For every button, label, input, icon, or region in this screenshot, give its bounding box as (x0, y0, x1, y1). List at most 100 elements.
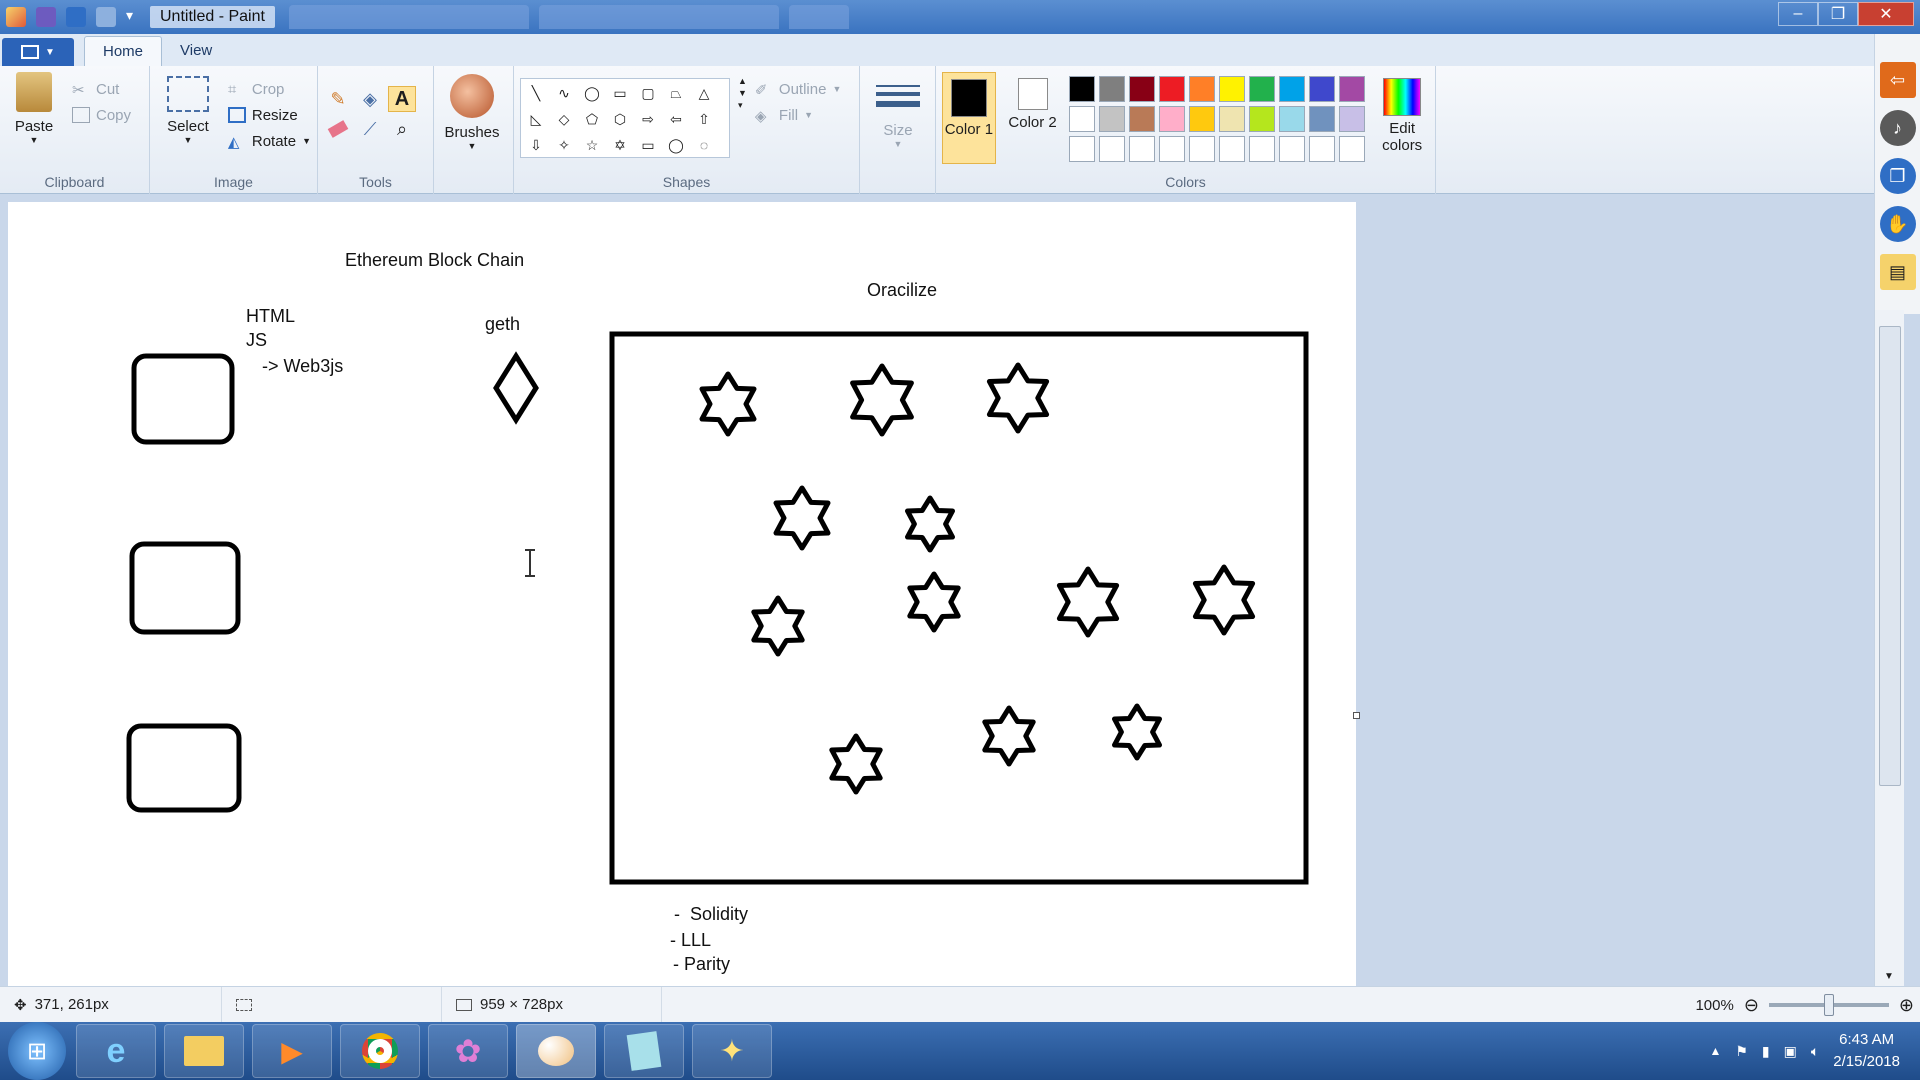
color-swatch[interactable] (1159, 76, 1186, 102)
right-triangle-shape-icon[interactable]: ◺ (522, 106, 550, 132)
file-explorer-icon[interactable] (164, 1024, 244, 1078)
minimize-button[interactable]: – (1778, 2, 1818, 26)
color-swatch[interactable] (1129, 106, 1156, 132)
color-swatch[interactable] (1339, 136, 1366, 162)
text-tool-icon[interactable]: A (388, 86, 416, 112)
drawing-canvas[interactable]: Ethereum Block Chain Oracilize HTML JS -… (8, 202, 1360, 986)
microphone-icon[interactable]: ♪ (1879, 110, 1916, 146)
size-button[interactable]: Size ▼ (866, 76, 930, 149)
paint-app-icon[interactable] (6, 7, 26, 27)
color-swatch[interactable] (1339, 106, 1366, 132)
start-button[interactable]: ⊞ (8, 1022, 66, 1080)
chat-icon[interactable]: ▤ (1879, 254, 1916, 290)
color1-button[interactable]: Color 1 (942, 72, 996, 164)
color-swatch[interactable] (1189, 136, 1216, 162)
background-tab[interactable] (288, 5, 529, 29)
shapes-scroll-up-icon[interactable]: ▲ (738, 76, 747, 86)
color-swatch[interactable] (1069, 76, 1096, 102)
chrome-icon[interactable] (340, 1024, 420, 1078)
triangle-shape-icon[interactable]: △ (690, 80, 718, 106)
show-hidden-icons-icon[interactable]: ▲ (1709, 1044, 1721, 1058)
oval-callout-shape-icon[interactable]: ◯ (662, 132, 690, 158)
zoom-in-icon[interactable]: ⊕ (1899, 995, 1914, 1016)
rounded-rectangle-shape-icon[interactable]: ▢ (634, 80, 662, 106)
fill-bucket-icon[interactable]: ◈ (356, 86, 384, 112)
save-icon[interactable] (36, 7, 56, 27)
color-swatch[interactable] (1249, 76, 1276, 102)
curve-shape-icon[interactable]: ∿ (550, 80, 578, 106)
color-swatch[interactable] (1189, 76, 1216, 102)
color-swatch[interactable] (1069, 136, 1096, 162)
rectangle-shape-icon[interactable]: ▭ (606, 80, 634, 106)
pencil-icon[interactable]: ✎ (324, 86, 352, 112)
power-icon[interactable]: ▮ (1762, 1043, 1770, 1060)
fill-button[interactable]: ◈ Fill ▼ (755, 102, 841, 128)
cloud-callout-shape-icon[interactable]: ◌ (690, 132, 718, 158)
color-swatch[interactable] (1309, 76, 1336, 102)
color-swatch[interactable] (1129, 136, 1156, 162)
line-shape-icon[interactable]: ╲ (522, 80, 550, 106)
vertical-scrollbar[interactable]: ▼ (1874, 310, 1904, 986)
color-swatch[interactable] (1099, 106, 1126, 132)
scrollbar-thumb[interactable] (1879, 326, 1901, 786)
color-swatch[interactable] (1099, 76, 1126, 102)
redo-icon[interactable] (96, 7, 116, 27)
window-icon[interactable]: ❐ (1879, 158, 1916, 194)
scroll-down-icon[interactable]: ▼ (1884, 971, 1894, 982)
resize-button[interactable]: Resize (227, 102, 311, 128)
color-swatch[interactable] (1339, 76, 1366, 102)
pentagon-shape-icon[interactable]: ⬠ (578, 106, 606, 132)
media-player-icon[interactable]: ▶ (252, 1024, 332, 1078)
color-swatch[interactable] (1069, 106, 1096, 132)
background-tab[interactable] (788, 5, 849, 29)
background-tab[interactable] (538, 5, 779, 29)
flower-app-icon[interactable]: ✿ (428, 1024, 508, 1078)
color-swatch[interactable] (1219, 76, 1246, 102)
sketch-app-icon[interactable]: ✦ (692, 1024, 772, 1078)
clock[interactable]: 6:43 AM 2/15/2018 (1833, 1029, 1900, 1073)
five-point-star-shape-icon[interactable]: ☆ (578, 132, 606, 158)
shapes-expand-icon[interactable]: ▾ (738, 100, 747, 111)
color-swatch[interactable] (1099, 136, 1126, 162)
color-swatch[interactable] (1279, 76, 1306, 102)
oval-shape-icon[interactable]: ◯ (578, 80, 606, 106)
color-swatch[interactable] (1309, 136, 1336, 162)
four-point-star-shape-icon[interactable]: ✧ (550, 132, 578, 158)
color-swatch[interactable] (1249, 136, 1276, 162)
canvas-resize-handle-right[interactable] (1353, 712, 1360, 719)
six-point-star-shape-icon[interactable]: ✡ (606, 132, 634, 158)
up-arrow-shape-icon[interactable]: ⇧ (690, 106, 718, 132)
tab-home[interactable]: Home (84, 36, 163, 66)
network-icon[interactable]: ▣ (1784, 1043, 1797, 1060)
close-button[interactable]: ✕ (1858, 2, 1914, 26)
magnifier-icon[interactable]: ⌕ (388, 116, 416, 142)
color-swatch[interactable] (1219, 106, 1246, 132)
maximize-button[interactable]: ❐ (1818, 2, 1858, 26)
rect-callout-shape-icon[interactable]: ▭ (634, 132, 662, 158)
eraser-icon[interactable] (324, 116, 352, 142)
zoom-slider[interactable] (1768, 994, 1889, 1016)
color-swatch[interactable] (1279, 136, 1306, 162)
right-arrow-shape-icon[interactable]: ⇨ (634, 106, 662, 132)
color-swatch[interactable] (1279, 106, 1306, 132)
color-picker-icon[interactable]: ⟋ (356, 116, 384, 142)
color-swatch[interactable] (1249, 106, 1276, 132)
color2-button[interactable]: Color 2 (1006, 72, 1060, 164)
color-swatch[interactable] (1309, 106, 1336, 132)
hexagon-shape-icon[interactable]: ⬡ (606, 106, 634, 132)
polygon-shape-icon[interactable]: ⏢ (662, 80, 690, 106)
shapes-scroll-down-icon[interactable]: ▼ (738, 88, 747, 98)
diamond-shape-icon[interactable]: ◇ (550, 106, 578, 132)
volume-icon[interactable]: 🔈︎ (1811, 1043, 1819, 1060)
edit-colors-button[interactable]: Edit colors (1375, 72, 1429, 164)
customize-quick-access-icon[interactable]: ▾ (126, 7, 138, 27)
zoom-slider-thumb[interactable] (1823, 994, 1834, 1016)
file-menu-button[interactable]: ▼ (2, 38, 74, 66)
copy-button[interactable]: Copy (72, 102, 131, 128)
down-arrow-shape-icon[interactable]: ⇩ (522, 132, 550, 158)
color-swatch[interactable] (1129, 76, 1156, 102)
outline-button[interactable]: ✐ Outline ▼ (755, 76, 841, 102)
color-swatch[interactable] (1219, 136, 1246, 162)
paint-taskbar-icon[interactable] (516, 1024, 596, 1078)
color-swatch[interactable] (1159, 136, 1186, 162)
